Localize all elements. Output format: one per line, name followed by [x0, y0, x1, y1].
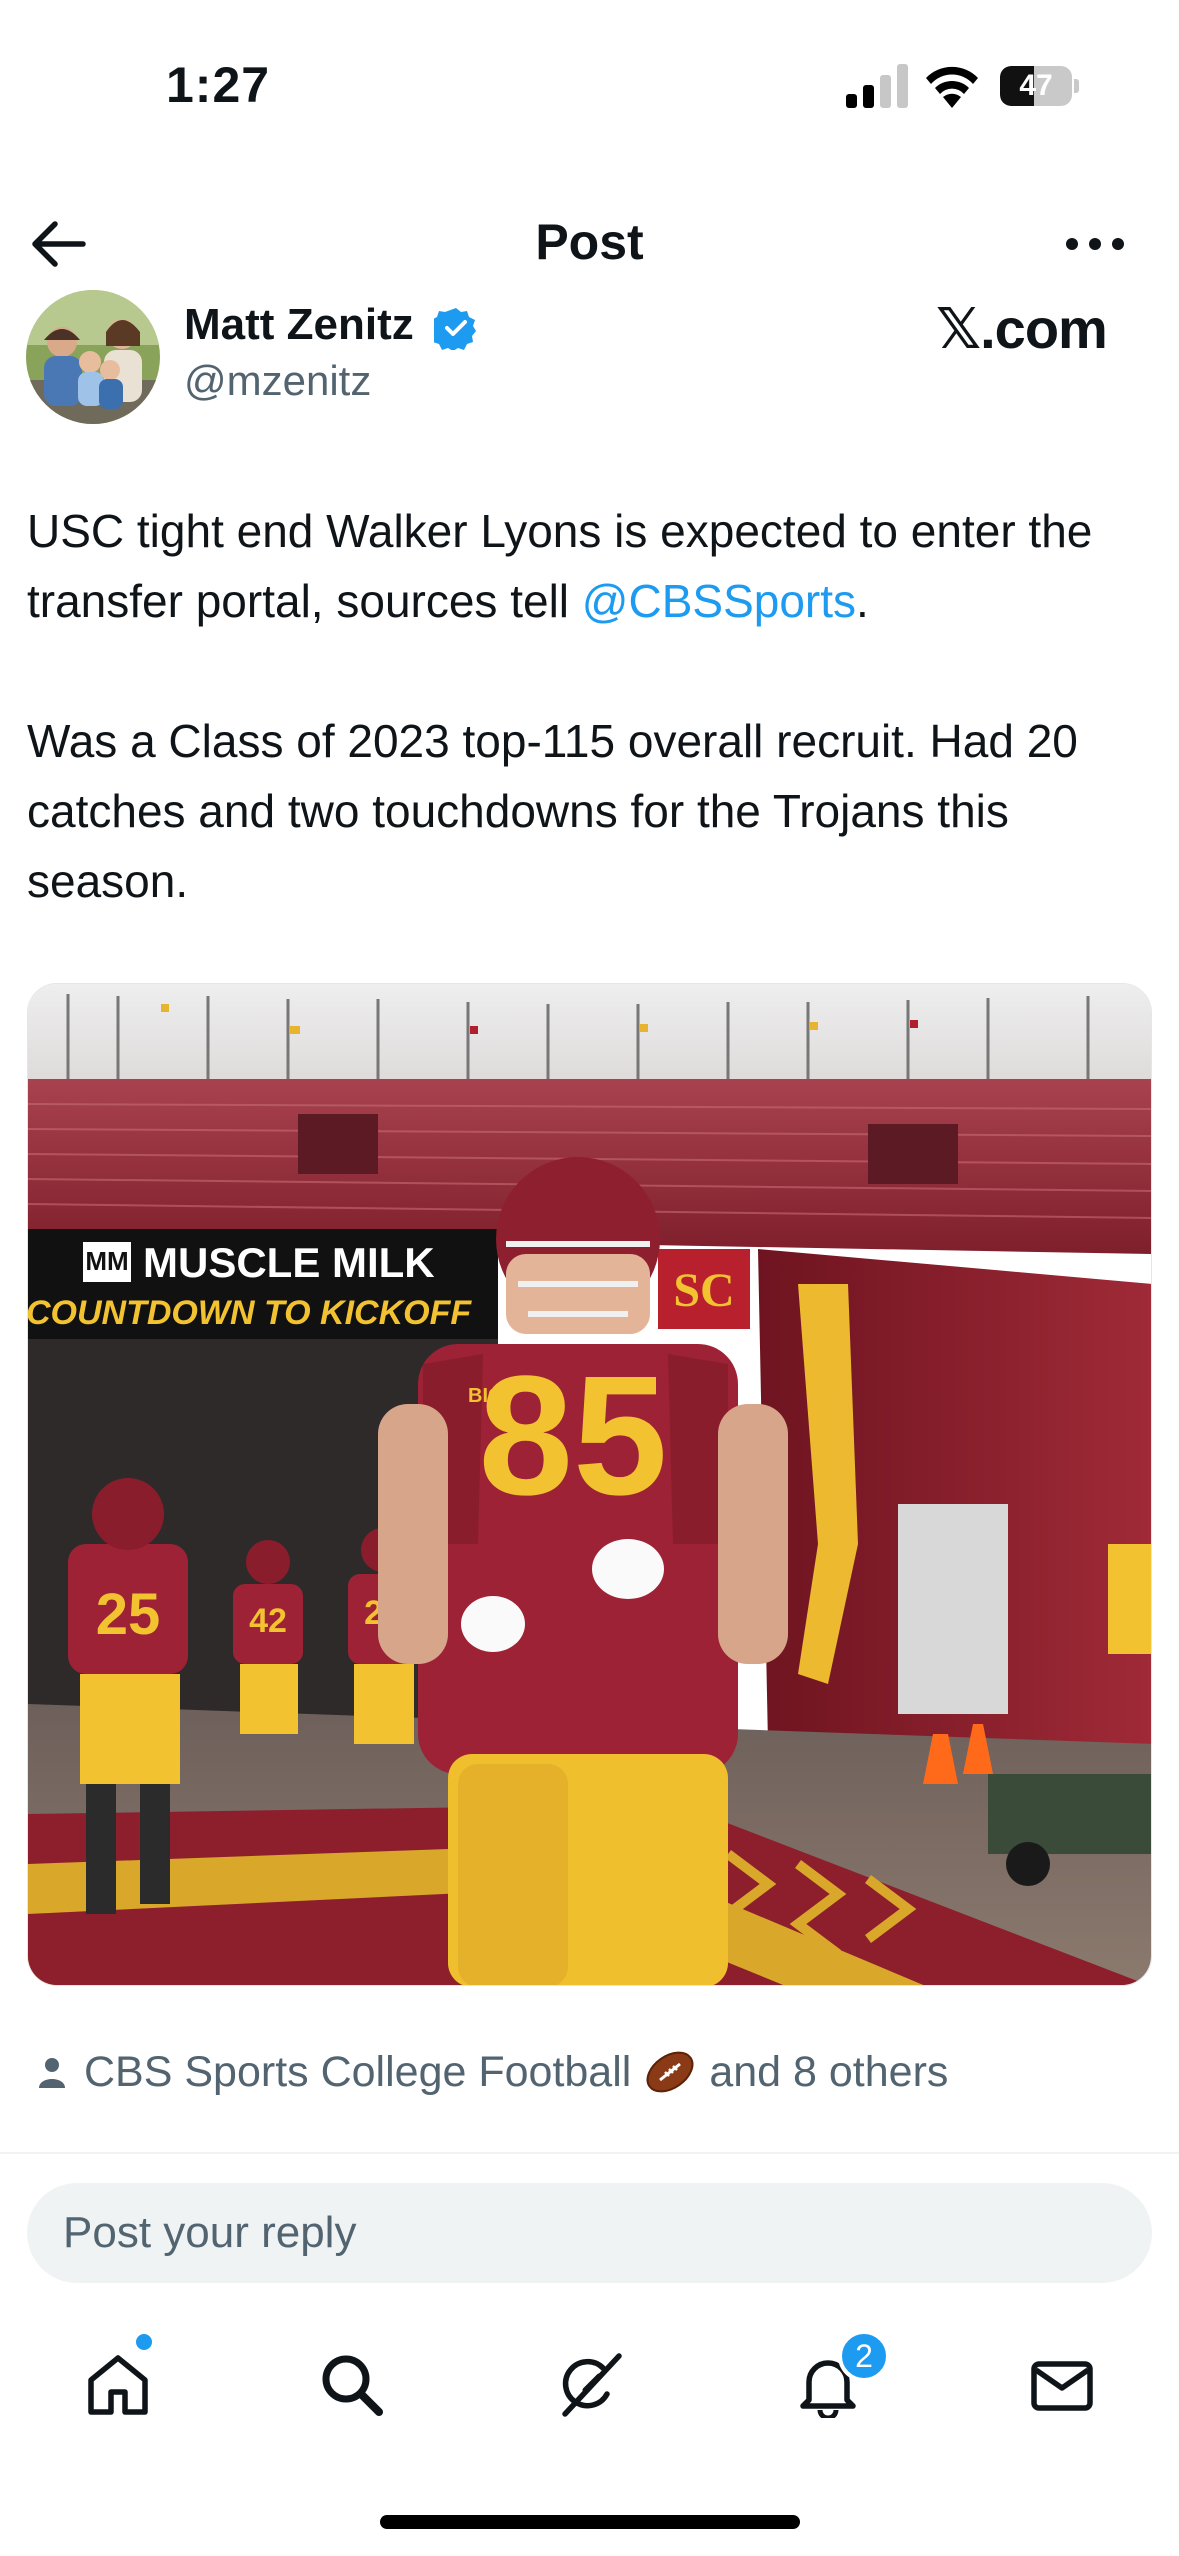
conference-patch: BIG — [468, 1385, 504, 1407]
messages-icon — [1031, 2361, 1093, 2411]
more-horizontal-icon — [1066, 238, 1124, 250]
avatar[interactable] — [26, 290, 160, 424]
jersey-mid-number: 42 — [249, 1602, 287, 1640]
svg-text:MM: MM — [85, 1246, 128, 1276]
home-icon — [88, 2355, 148, 2415]
tagged-primary: CBS Sports College Football — [84, 2047, 632, 2096]
tagged-accounts[interactable]: CBS Sports College Football and 8 others — [34, 2040, 948, 2104]
status-bar: 1:27 47 — [0, 0, 1179, 170]
battery-level: 47 — [1019, 69, 1053, 102]
status-time: 1:27 — [166, 57, 271, 113]
search-icon — [322, 2355, 383, 2416]
page-title: Post — [535, 214, 644, 270]
grok-icon — [562, 2353, 622, 2417]
tagged-suffix: and 8 others — [709, 2047, 949, 2096]
post-header: Post — [0, 195, 1179, 290]
post-paragraph-1: USC tight end Walker Lyons is expected t… — [27, 505, 1093, 627]
bottom-tab-bar — [0, 2320, 1179, 2440]
sponsor-sign: MUSCLE MILK — [143, 1239, 435, 1286]
wifi-icon — [926, 66, 978, 108]
tab-grok[interactable] — [545, 2340, 635, 2430]
avatar-photo — [26, 290, 160, 424]
tab-home[interactable] — [73, 2340, 163, 2430]
tab-messages[interactable] — [1017, 2340, 1107, 2430]
notification-count-badge: 2 — [838, 2330, 890, 2382]
home-new-indicator — [136, 2334, 152, 2350]
xcom-watermark: 𝕏.com — [936, 297, 1108, 360]
post-text: USC tight end Walker Lyons is expected t… — [27, 496, 1157, 916]
author-handle[interactable]: @mzenitz — [184, 357, 371, 405]
jersey-main-number: 85 — [478, 1341, 667, 1531]
countdown-sign: COUNTDOWN TO KICKOFF — [28, 1294, 472, 1332]
jersey-left-number: 25 — [96, 1582, 161, 1647]
more-options-button[interactable] — [1060, 213, 1130, 275]
person-icon — [39, 2058, 65, 2088]
post-paragraph-2: Was a Class of 2023 top-115 overall recr… — [27, 715, 1078, 907]
sc-monogram: SC — [673, 1264, 734, 1317]
verified-badge-icon — [434, 308, 476, 350]
reply-bar[interactable] — [27, 2183, 1152, 2283]
divider — [0, 2152, 1179, 2154]
mention-link[interactable]: @CBSSports — [582, 575, 856, 627]
author-name[interactable]: Matt Zenitz — [184, 300, 414, 350]
post-image[interactable]: MM MUSCLE MILK COUNTDOWN TO KICKOFF SC 2… — [27, 983, 1152, 1986]
home-indicator[interactable] — [380, 2515, 800, 2529]
battery-icon: 47 — [1000, 66, 1079, 106]
tab-search[interactable] — [307, 2340, 397, 2430]
reply-input[interactable] — [63, 2183, 1123, 2283]
american-football-emoji-icon — [646, 2051, 694, 2093]
cellular-signal-icon — [846, 64, 908, 108]
